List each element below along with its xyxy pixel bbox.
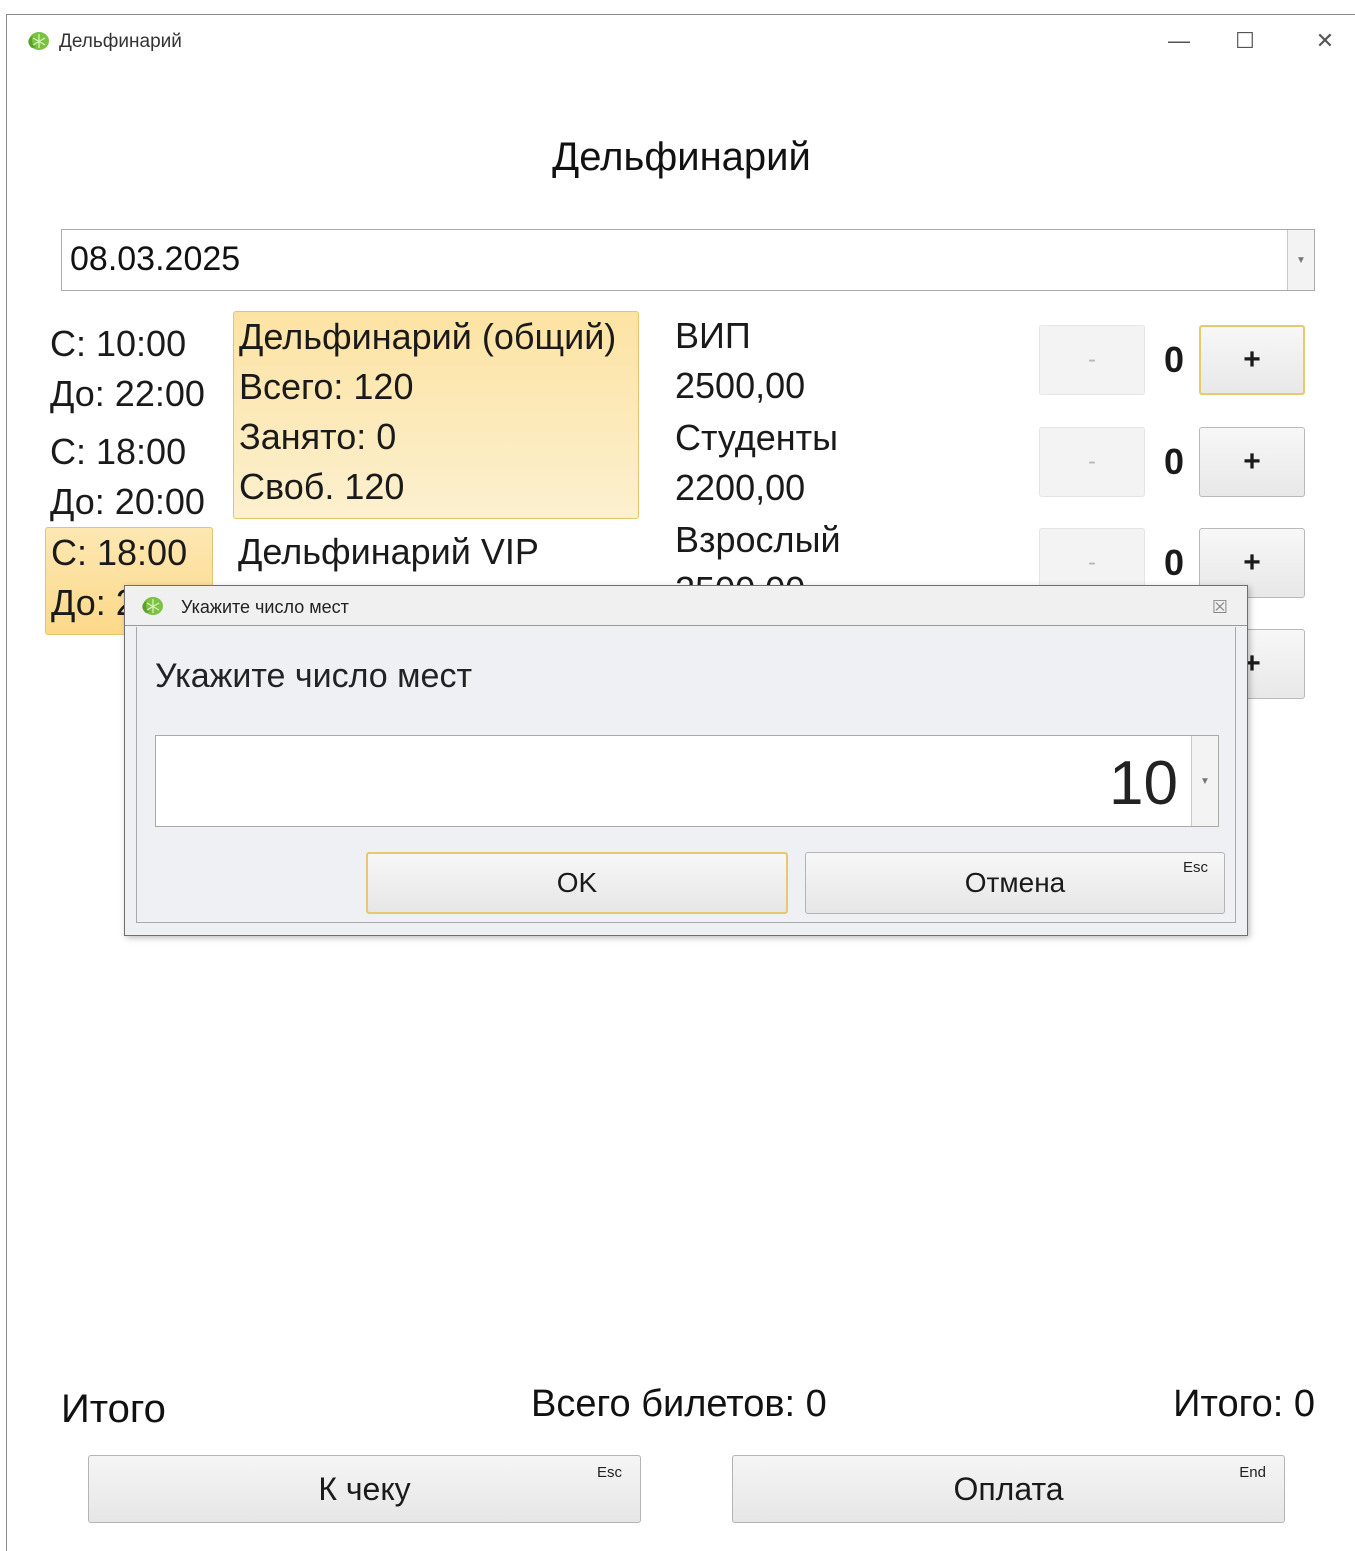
hall-occupied: Занято: 0 <box>239 416 397 457</box>
shortcut-hint: Esc <box>596 1464 622 1481</box>
increment-button[interactable]: + <box>1199 325 1305 395</box>
window-title: Дельфинарий <box>59 31 182 52</box>
dialog-title: Укажите число мест <box>181 597 349 617</box>
close-button[interactable]: ✕ <box>1305 27 1345 55</box>
dialog-title-bar: Укажите число мест ☒ <box>125 586 1247 626</box>
increment-button[interactable]: + <box>1199 427 1305 497</box>
maximize-button[interactable]: ☐ <box>1225 27 1265 55</box>
close-icon[interactable]: ☒ <box>1207 594 1233 620</box>
lime-app-icon <box>142 597 163 615</box>
time-slot[interactable]: С: 18:00 До: 20:00 <box>45 427 213 527</box>
time-slot-from: С: 18:00 <box>51 532 188 573</box>
quantity-value: 0 <box>1163 339 1185 380</box>
shortcut-hint: End <box>1239 1464 1266 1481</box>
lime-app-icon <box>28 32 49 50</box>
hall-total: Всего: 120 <box>239 366 414 407</box>
cancel-button[interactable]: Отмена Esc <box>805 852 1225 914</box>
receipt-button-label: К чеку <box>318 1470 411 1507</box>
ok-button[interactable]: OK <box>366 852 788 914</box>
date-select[interactable]: 08.03.2025 ▼ <box>61 229 1315 291</box>
hall-item-selected[interactable]: Дельфинарий (общий) Всего: 120 Занято: 0… <box>233 311 639 519</box>
seat-count-input[interactable]: 10 ▼ <box>155 735 1219 827</box>
hall-name: Дельфинарий VIP <box>238 531 539 572</box>
dialog-body: Укажите число мест 10 ▼ OK Отмена Esc <box>136 627 1236 923</box>
shortcut-hint: Esc <box>1182 859 1208 876</box>
ticket-name: Студенты <box>675 417 838 458</box>
seat-count-value: 10 <box>1109 749 1178 818</box>
decrement-button[interactable]: - <box>1039 325 1145 395</box>
quantity-stepper: - 0 + <box>1039 427 1309 499</box>
time-slot[interactable]: С: 10:00 До: 22:00 <box>45 319 213 419</box>
summary-label: Итого <box>61 1387 166 1431</box>
dialog-prompt: Укажите число мест <box>155 657 473 695</box>
page-title: Дельфинарий <box>552 135 811 179</box>
pay-button[interactable]: Оплата End <box>732 1455 1285 1523</box>
minimize-button[interactable]: — <box>1159 27 1199 55</box>
seat-count-dialog: Укажите число мест ☒ Укажите число мест … <box>124 585 1248 936</box>
chevron-down-icon[interactable]: ▼ <box>1287 230 1314 290</box>
ticket-name: Взрослый <box>675 519 841 560</box>
grand-total: Итого: 0 <box>1173 1383 1315 1425</box>
time-slot-to: До: 20:00 <box>50 481 205 522</box>
ticket-type: ВИП 2500,00 <box>675 311 805 411</box>
time-slot-to: До: 22:00 <box>50 373 205 414</box>
ticket-price: 2500,00 <box>675 365 806 406</box>
ticket-type: Студенты 2200,00 <box>675 413 838 513</box>
chevron-down-icon[interactable]: ▼ <box>1191 736 1218 826</box>
ticket-name: ВИП <box>675 315 751 356</box>
receipt-button[interactable]: К чеку Esc <box>88 1455 641 1523</box>
cancel-button-label: Отмена <box>964 867 1066 898</box>
quantity-stepper: - 0 + <box>1039 325 1309 397</box>
time-slot-from: С: 18:00 <box>50 431 187 472</box>
pay-button-label: Оплата <box>953 1470 1064 1507</box>
hall-free: Своб. 120 <box>239 466 405 507</box>
tickets-total: Всего билетов: 0 <box>531 1383 827 1425</box>
quantity-value: 0 <box>1163 441 1185 482</box>
time-slot-from: С: 10:00 <box>50 323 187 364</box>
title-bar: Дельфинарий — ☐ ✕ <box>7 15 1355 67</box>
decrement-button[interactable]: - <box>1039 427 1145 497</box>
hall-name: Дельфинарий (общий) <box>239 316 617 357</box>
ticket-price: 2200,00 <box>675 467 806 508</box>
date-value: 08.03.2025 <box>70 240 241 278</box>
hall-item[interactable]: Дельфинарий VIP <box>233 527 639 577</box>
